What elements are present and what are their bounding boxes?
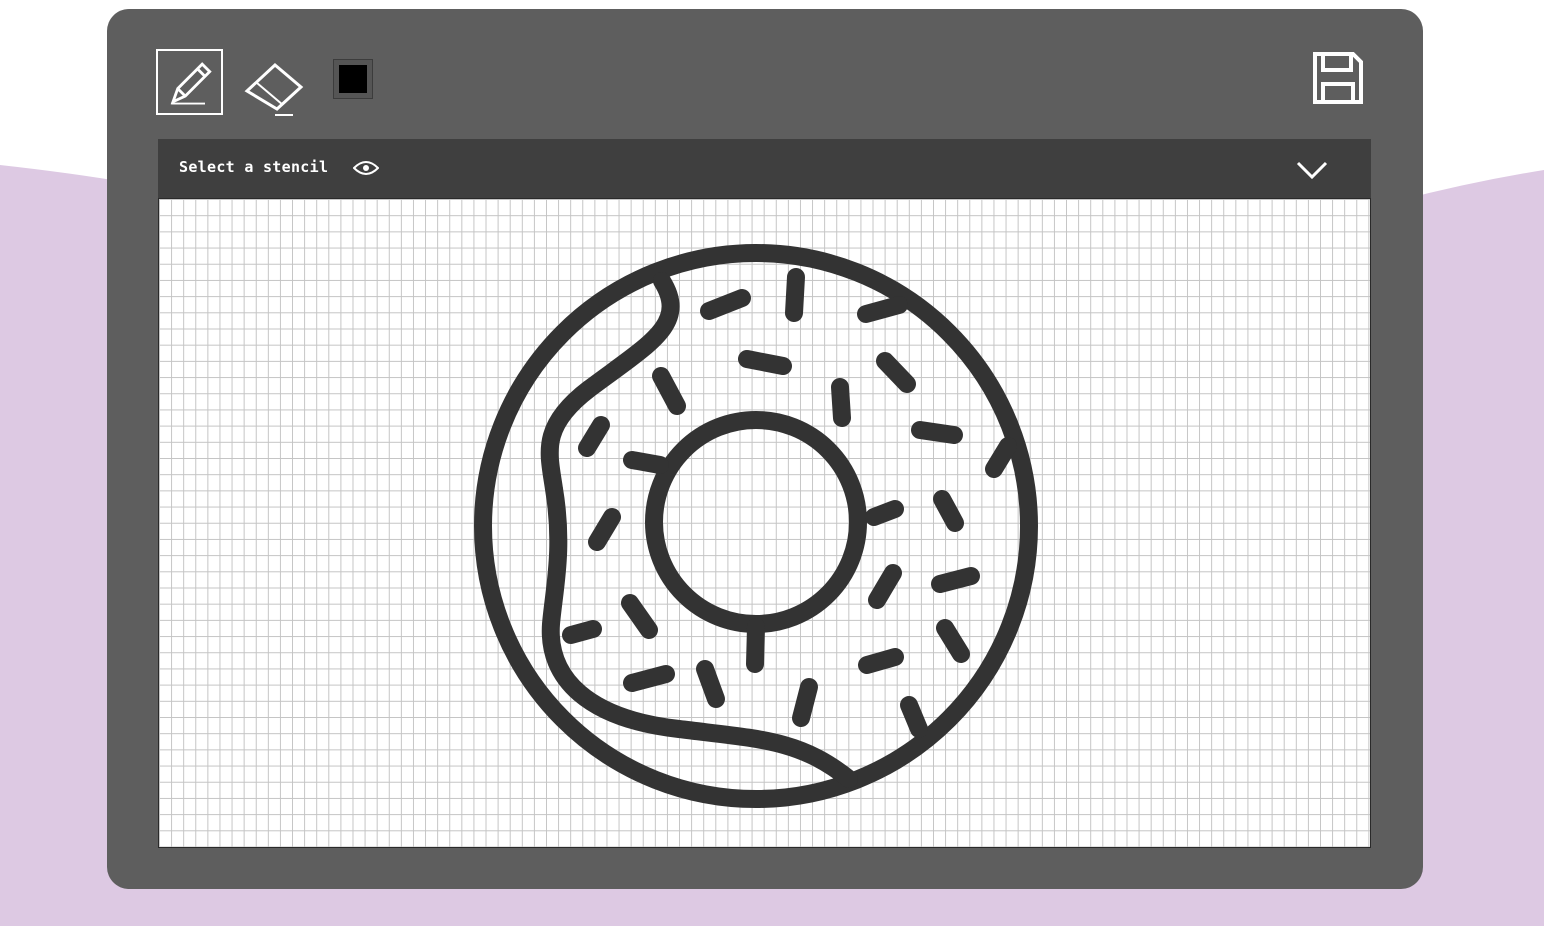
floppy-disk-icon (1313, 52, 1363, 104)
pencil-icon (170, 62, 212, 105)
stencil-selector[interactable]: Select a stencil (158, 139, 1371, 198)
eye-icon[interactable] (353, 159, 379, 177)
stencil-label: Select a stencil (179, 158, 329, 176)
chevron-down-icon[interactable] (1296, 159, 1328, 179)
save-button[interactable] (1312, 51, 1364, 105)
drawing-app-window: Select a stencil (107, 9, 1423, 889)
pencil-tool-button[interactable] (156, 49, 223, 115)
color-picker-button[interactable] (333, 59, 373, 99)
eraser-icon (244, 62, 304, 116)
current-color-swatch (339, 65, 367, 93)
eraser-tool-button[interactable] (239, 51, 307, 117)
drawing-canvas[interactable] (158, 198, 1371, 848)
donut-icon (474, 244, 1038, 808)
